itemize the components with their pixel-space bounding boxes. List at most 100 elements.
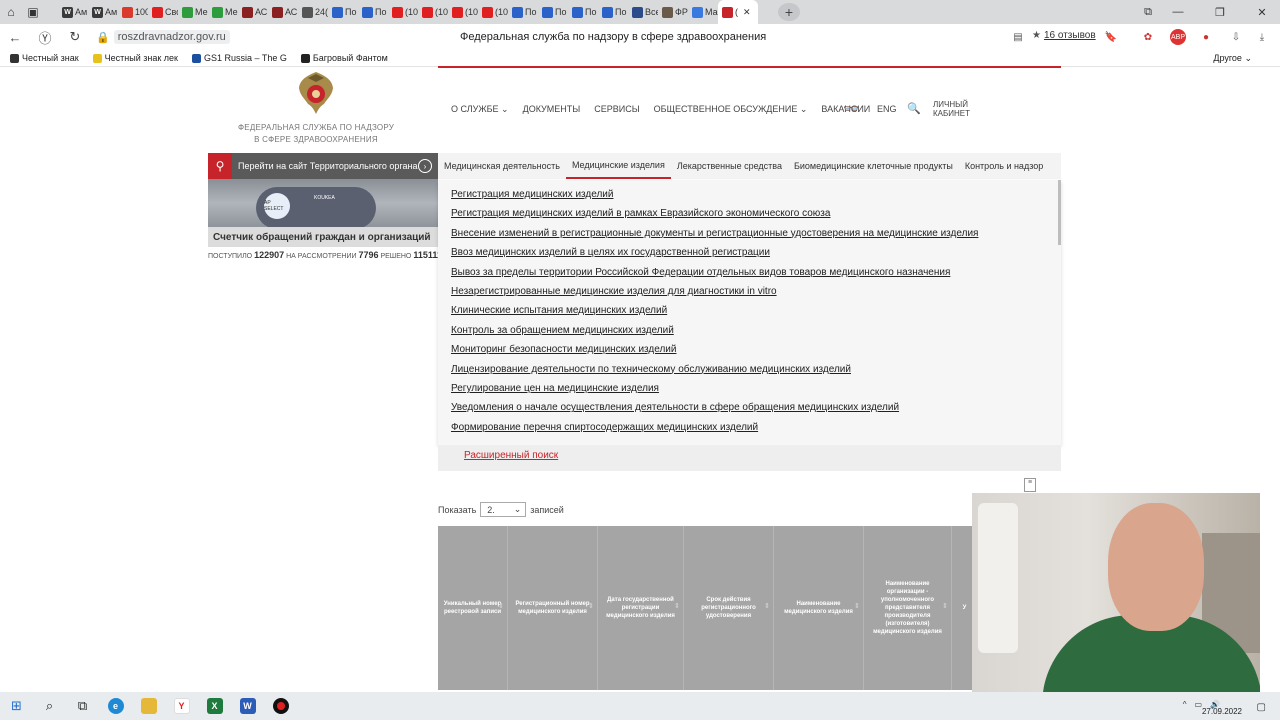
sort-icon[interactable]: ⇕ xyxy=(942,603,948,611)
sort-icon[interactable]: ⇕ xyxy=(854,603,860,611)
dropdown-menu-item[interactable]: Контроль за обращением медицинских издел… xyxy=(451,325,674,336)
table-column-header[interactable]: Наименование организации - уполномоченно… xyxy=(864,526,952,690)
browser-tab[interactable]: (10 xyxy=(418,0,448,24)
dropdown-menu-item[interactable]: Регистрация медицинских изделий в рамках… xyxy=(451,208,830,219)
browser-tab[interactable]: (10 xyxy=(388,0,418,24)
restore-icon[interactable]: ❐ xyxy=(1206,0,1234,24)
personal-cabinet-link[interactable]: ЛИЧНЫЙ КАБИНЕТ xyxy=(933,100,970,118)
translate-icon[interactable]: ▤ xyxy=(1010,29,1026,45)
tab-active[interactable]: ( ✕ xyxy=(718,0,758,24)
language-switch[interactable]: ENG xyxy=(877,104,897,114)
browser-tab[interactable]: По xyxy=(508,0,538,24)
browser-tab[interactable]: 100 xyxy=(118,0,148,24)
browser-tab[interactable]: Ма xyxy=(688,0,718,24)
dropdown-scrollbar[interactable] xyxy=(1058,180,1061,245)
browser-tab[interactable]: Ме xyxy=(178,0,208,24)
excel-icon[interactable]: X xyxy=(198,692,231,720)
sort-icon[interactable]: ⇕ xyxy=(498,603,504,611)
table-column-header[interactable]: Дата государственной регистрации медицин… xyxy=(598,526,684,690)
url-field[interactable]: 🔒 roszdravnadzor.gov.ru xyxy=(96,28,230,46)
task-view-icon[interactable]: ⧉ xyxy=(66,692,99,720)
close-tab-icon[interactable]: ✕ xyxy=(743,7,751,18)
edge-icon[interactable]: e xyxy=(99,692,132,720)
tray-chevron-icon[interactable]: ^ xyxy=(1183,700,1187,709)
table-column-header[interactable]: Наименование медицинского изделия ⇕ xyxy=(774,526,864,690)
browser-tab[interactable]: W Ам xyxy=(88,0,118,24)
dropdown-menu-item[interactable]: Внесение изменений в регистрационные док… xyxy=(451,228,978,239)
yandex-icon[interactable]: Ⓨ xyxy=(30,24,60,50)
sort-icon[interactable]: ⇕ xyxy=(674,603,680,611)
browser-tab[interactable]: Ме xyxy=(208,0,238,24)
recorder-icon[interactable] xyxy=(264,692,297,720)
main-nav-item[interactable]: ОБЩЕСТВЕННОЕ ОБСУЖДЕНИЕ ⌄ xyxy=(654,104,808,115)
browser-tab[interactable]: 24( xyxy=(298,0,328,24)
table-column-header[interactable]: Уникальный номер реестровой записи ⇕ xyxy=(438,526,508,690)
promo-banner[interactable]: AP SELECT KOUKEA xyxy=(208,179,438,227)
section-tab[interactable]: Биомедицинские клеточные продукты xyxy=(788,153,959,179)
sort-icon[interactable]: ⇕ xyxy=(588,603,594,611)
browser-tab[interactable]: По xyxy=(328,0,358,24)
word-icon[interactable]: W xyxy=(231,692,264,720)
browser-tab[interactable]: W Ам xyxy=(58,0,88,24)
search-taskbar-icon[interactable]: ⌕ xyxy=(33,692,66,720)
start-icon[interactable]: ⊞ xyxy=(0,692,33,720)
main-nav-item[interactable]: ДОКУМЕНТЫ xyxy=(523,104,581,115)
minimize-to-tray-icon[interactable]: ⧉ xyxy=(1134,0,1162,24)
download-icon[interactable]: ⤓ xyxy=(1254,29,1270,45)
dropdown-menu-item[interactable]: Незарегистрированные медицинские изделия… xyxy=(451,286,777,297)
bookmark-item[interactable]: GS1 Russia – The G xyxy=(191,53,287,63)
yandex-browser-icon[interactable]: Y xyxy=(165,692,198,720)
home-icon[interactable]: ⌂ xyxy=(0,0,22,24)
accessibility-glasses-icon[interactable]: 👓 xyxy=(843,101,859,117)
browser-tab[interactable]: По xyxy=(538,0,568,24)
dropdown-menu-item[interactable]: Вывоз за пределы территории Российской Ф… xyxy=(451,267,950,278)
browser-tab[interactable]: АС xyxy=(238,0,268,24)
territorial-body-link[interactable]: ⚲ Перейти на сайт Территориального орган… xyxy=(208,153,438,179)
browser-tab[interactable]: (10 xyxy=(448,0,478,24)
network-icon[interactable]: ▭ xyxy=(1194,700,1202,709)
browser-tab[interactable]: (10 xyxy=(478,0,508,24)
new-tab-button[interactable]: + xyxy=(778,3,800,21)
dropdown-menu-item[interactable]: Регулирование цен на медицинские изделия xyxy=(451,383,659,394)
reviews-button[interactable]: ★ 16 отзывов xyxy=(1032,30,1096,41)
notifications-icon[interactable]: ▢ xyxy=(1257,702,1266,713)
close-window-icon[interactable]: ✕ xyxy=(1248,0,1276,24)
bookmark-item[interactable]: Честный знак xyxy=(10,53,79,63)
browser-tab[interactable]: По xyxy=(568,0,598,24)
dropdown-menu-item[interactable]: Клинические испытания медицинских издели… xyxy=(451,305,667,316)
reload-button[interactable]: ↻ xyxy=(60,24,90,50)
dropdown-menu-item[interactable]: Ввоз медицинских изделий в целях их госу… xyxy=(451,247,770,258)
dropdown-menu-item[interactable]: Мониторинг безопасности медицинских изде… xyxy=(451,344,676,355)
tab-groups-icon[interactable]: ▣ xyxy=(22,0,44,24)
section-tab[interactable]: Лекарственные средства xyxy=(671,153,788,179)
adblock-icon[interactable]: ABP xyxy=(1170,29,1186,45)
main-nav-item[interactable]: О СЛУЖБЕ ⌄ xyxy=(451,104,509,115)
dropdown-menu-item[interactable]: Формирование перечня спиртосодержащих ме… xyxy=(451,422,758,433)
downloads-icon[interactable]: ⇩ xyxy=(1228,29,1244,45)
extension-2-icon[interactable]: ● xyxy=(1198,29,1214,45)
browser-tab[interactable]: Все xyxy=(628,0,658,24)
section-tab[interactable]: Контроль и надзор xyxy=(959,153,1049,179)
browser-tab[interactable]: АС xyxy=(268,0,298,24)
section-tab[interactable]: Медицинские изделия xyxy=(565,153,671,179)
minimize-icon[interactable]: — xyxy=(1164,0,1192,24)
emblem-icon[interactable] xyxy=(296,70,336,116)
bookmark-item[interactable]: Багровый Фантом xyxy=(300,53,388,63)
taskbar-date[interactable]: 27.09.2022 xyxy=(1202,707,1242,716)
table-column-header[interactable]: Срок действия регистрационного удостовер… xyxy=(684,526,774,690)
page-size-select[interactable]: 2. ⌄ xyxy=(480,502,527,517)
main-nav-item[interactable]: СЕРВИСЫ xyxy=(594,104,639,115)
extension-icon[interactable]: ✿ xyxy=(1140,29,1156,45)
browser-tab[interactable]: ФР xyxy=(658,0,688,24)
document-icon[interactable]: ≡ xyxy=(1024,478,1036,492)
sort-icon[interactable]: ⇕ xyxy=(764,603,770,611)
table-column-header[interactable]: Регистрационный номер медицинского издел… xyxy=(508,526,598,690)
agency-name[interactable]: ФЕДЕРАЛЬНАЯ СЛУЖБА ПО НАДЗОРУ В СФЕРЕ ЗД… xyxy=(236,122,396,146)
other-bookmarks[interactable]: Другое ⌄ xyxy=(1213,53,1252,64)
advanced-search-link[interactable]: Расширенный поиск xyxy=(464,450,558,461)
browser-tab[interactable]: По xyxy=(358,0,388,24)
dropdown-menu-item[interactable]: Уведомления о начале осуществления деяте… xyxy=(451,402,899,413)
bookmark-icon[interactable]: 🔖 xyxy=(1103,29,1119,45)
dropdown-menu-item[interactable]: Регистрация медицинских изделий xyxy=(451,189,613,200)
search-icon[interactable]: 🔍 xyxy=(907,102,921,115)
